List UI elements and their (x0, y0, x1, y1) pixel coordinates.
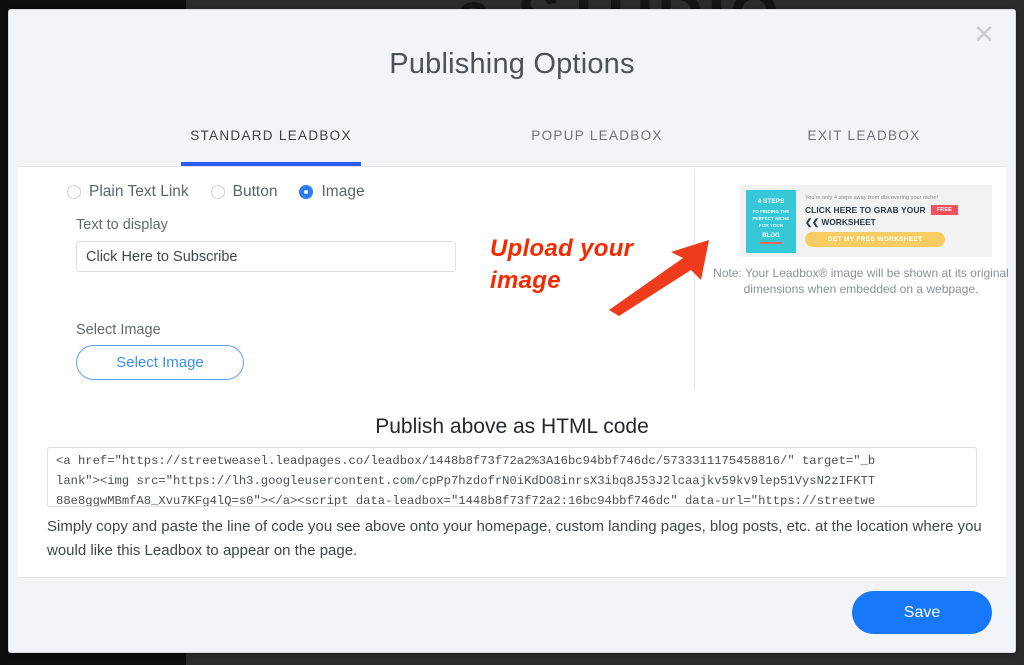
tab-exit-leadbox[interactable]: EXIT LEADBOX (749, 122, 979, 166)
radio-button[interactable]: Button (210, 183, 278, 201)
link-type-radio-group: Plain Text Link Button Image (67, 183, 387, 201)
preview-book-cover: 4 STEPS TO FINDING THE PERFECT NICHE FOR… (746, 189, 796, 253)
publishing-options-modal: ✕ Publishing Options STANDARD LEADBOX PO… (8, 9, 1016, 653)
radio-icon (210, 185, 225, 199)
annotation-upload-your-image: Upload your image (489, 233, 634, 297)
close-icon[interactable]: ✕ (970, 22, 998, 50)
preview-headline-line2: ❮❮ WORKSHEET (805, 217, 876, 227)
radio-image[interactable]: Image (299, 183, 365, 201)
radio-label: Button (232, 183, 278, 200)
preview-note: Note: Your Leadbox® image will be shown … (713, 266, 1009, 296)
publish-heading: Publish above as HTML code (375, 415, 649, 438)
preview-headline-line1: CLICK HERE TO GRAB YOUR (805, 205, 926, 215)
select-image-label: Select Image (76, 322, 161, 338)
tab-label: EXIT LEADBOX (807, 128, 921, 143)
tab-popup-leadbox[interactable]: POPUP LEADBOX (467, 122, 727, 166)
radio-icon-selected (299, 185, 314, 199)
preview-subheadline: You're only 4 steps away from discoverin… (805, 195, 939, 201)
radio-label: Plain Text Link (89, 183, 189, 200)
embed-code-textarea[interactable]: <a href="https://streetweasel.leadpages.… (47, 447, 977, 507)
annotation-line-1: Upload your (489, 234, 634, 262)
preview-headline-row: CLICK HERE TO GRAB YOUR FREE (805, 205, 986, 215)
leadbox-image-preview[interactable]: 4 STEPS TO FINDING THE PERFECT NICHE FOR… (740, 185, 992, 257)
radio-icon (67, 185, 81, 199)
select-image-button[interactable]: Select Image (76, 345, 244, 380)
modal-body: Plain Text Link Button Image Text to dis… (18, 166, 1009, 585)
preview-cta-button: GET MY FREE WORKSHEET (805, 232, 945, 247)
tab-label: STANDARD LEADBOX (190, 128, 352, 143)
save-button[interactable]: Save (852, 591, 992, 634)
publish-instructions: Simply copy and paste the line of code y… (47, 518, 982, 559)
radio-label: Image (321, 183, 365, 200)
tab-label: POPUP LEADBOX (531, 128, 663, 143)
preview-free-badge: FREE (930, 205, 958, 215)
preview-book-line1: 4 STEPS (757, 198, 785, 205)
modal-footer: Save (18, 577, 1006, 643)
tab-bar: STANDARD LEADBOX POPUP LEADBOX EXIT LEAD… (9, 122, 1015, 166)
image-preview-pane: 4 STEPS TO FINDING THE PERFECT NICHE FOR… (695, 167, 1009, 389)
preview-copy: You're only 4 steps away from discoverin… (796, 195, 986, 247)
page-title: Publishing Options (389, 48, 635, 80)
preview-book-rule (760, 242, 782, 244)
tab-standard-leadbox[interactable]: STANDARD LEADBOX (101, 122, 441, 166)
screen: a STUDIO ✕ Publishing Options STANDARD L… (0, 0, 1024, 665)
text-to-display-input[interactable] (76, 241, 456, 272)
preview-book-line3: BLOG (762, 233, 780, 239)
text-to-display-label: Text to display (76, 217, 168, 233)
radio-plain-text-link[interactable]: Plain Text Link (67, 183, 189, 201)
preview-book-line2: TO FINDING THE PERFECT NICHE FOR YOUR (752, 209, 790, 228)
annotation-line-2: image (489, 266, 561, 294)
